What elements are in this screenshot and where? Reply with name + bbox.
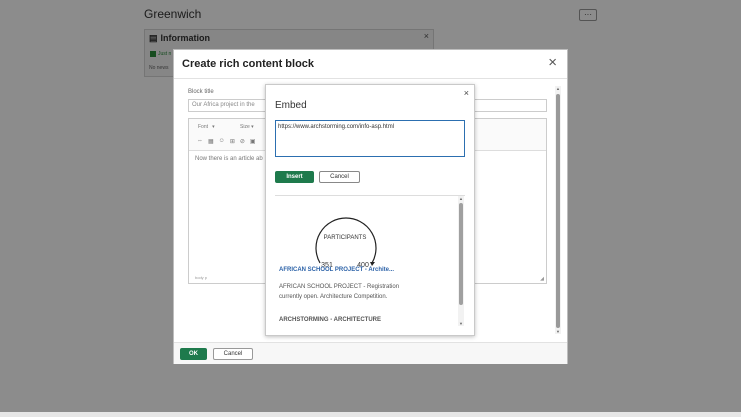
emoji-icon[interactable]: ☺ [219,138,225,145]
modal-header: Create rich content block × [174,50,567,79]
block-title-label: Block title [188,89,214,95]
scroll-down-icon[interactable]: ▼ [459,321,463,326]
font-select[interactable]: Font ▾ [198,124,215,130]
scroll-up-icon[interactable]: ▲ [556,86,560,91]
editor-path: body p [195,275,208,280]
participants-image: PARTICIPANTS 351 400 [315,217,377,269]
image-icon[interactable]: ▣ [250,138,256,145]
insert-button[interactable]: Insert [275,171,314,183]
preview-link-title[interactable]: AFRICAN SCHOOL PROJECT - Archite... [279,267,394,273]
modal-footer: OK Cancel [174,342,567,364]
close-icon[interactable]: × [548,55,557,71]
scrollbar-thumb[interactable] [556,94,560,328]
scrollbar-thumb[interactable] [459,203,463,305]
embed-title: Embed [275,100,307,111]
preview-description: AFRICAN SCHOOL PROJECT - Registration cu… [279,284,400,300]
size-select[interactable]: Size ▾ [240,124,254,130]
embed-preview: PARTICIPANTS 351 400 AFRICAN SCHOOL PROJ… [275,195,465,326]
embed-dialog: × Embed https://www.archstorming.com/inf… [265,84,475,336]
modal-title: Create rich content block [182,58,315,70]
ok-button[interactable]: OK [180,348,207,360]
table-icon[interactable]: ▦ [208,138,214,145]
preview-scrollbar[interactable]: ▲ ▼ [458,196,464,326]
participants-label: PARTICIPANTS [324,235,367,241]
embed-cancel-button[interactable]: Cancel [319,171,360,183]
embed-url-input[interactable]: https://www.archstorming.com/info-asp.ht… [275,120,465,157]
preview-source: ARCHSTORMING - ARCHITECTURE [279,317,381,323]
unlink-icon[interactable]: ⊘ [240,138,245,145]
embed-close-icon[interactable]: × [464,88,469,98]
link-icon[interactable]: ⇔ [197,138,203,145]
bottom-strip [0,412,741,417]
resize-handle-icon[interactable]: ◢ [540,276,544,282]
scroll-down-icon[interactable]: ▼ [556,329,560,334]
cancel-button[interactable]: Cancel [213,348,253,360]
scroll-up-icon[interactable]: ▲ [459,196,463,201]
modal-scrollbar[interactable]: ▲ ▼ [555,86,561,334]
editor-content[interactable]: Now there is an article ab [195,156,263,162]
embed-icon[interactable]: ⊞ [230,138,235,145]
